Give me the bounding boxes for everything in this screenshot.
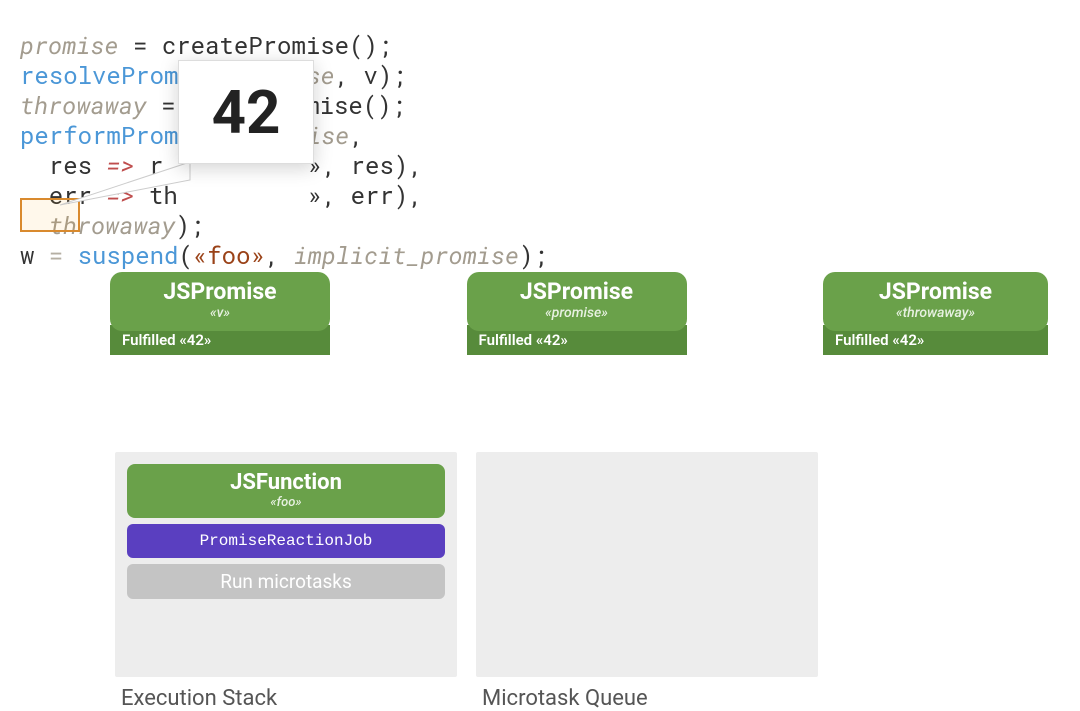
callout-value: 42 <box>178 60 314 164</box>
code-text: , <box>349 119 363 151</box>
promise-title: JSPromise <box>843 278 1028 305</box>
promise-title: JSPromise <box>130 278 310 305</box>
code-text: , res), <box>322 149 423 181</box>
code-var: implicit_promise <box>294 239 519 271</box>
code-text: ( <box>178 239 192 271</box>
code-highlight <box>20 198 80 232</box>
promise-subtitle: «throwaway» <box>843 305 1028 321</box>
code-fn: suspend <box>78 239 179 271</box>
promise-title: JSPromise <box>487 278 667 305</box>
code-arrow: => <box>106 179 134 211</box>
stack-promise-reaction-job: PromiseReactionJob <box>127 524 445 558</box>
promise-box-promise: JSPromise «promise» Fulfilled «42» <box>467 272 687 372</box>
jsfunction-subtitle: «foo» <box>143 495 429 510</box>
promise-subtitle: «promise» <box>487 305 667 321</box>
code-text: , err), <box>322 179 423 211</box>
code-text: = createPromise(); <box>119 29 393 61</box>
microtask-queue-panel: Microtask Queue <box>476 452 818 677</box>
code-text: , v); <box>335 59 407 91</box>
execution-stack-panel: JSFunction «foo» PromiseReactionJob Run … <box>115 452 457 677</box>
code-arrow: => <box>106 149 134 181</box>
code-text: ); <box>519 239 548 271</box>
code-var: promise <box>20 29 119 61</box>
stack-run-microtasks: Run microtasks <box>127 564 445 599</box>
code-var: throwaway <box>20 89 147 121</box>
execution-stack-label: Execution Stack <box>121 686 277 711</box>
promise-row: JSPromise «v» Fulfilled «42» JSPromise «… <box>110 272 1068 372</box>
promise-subtitle: «v» <box>130 305 310 321</box>
jsfunction-title: JSFunction <box>143 470 429 495</box>
code-text: , <box>265 239 294 271</box>
promise-box-v: JSPromise «v» Fulfilled «42» <box>110 272 330 372</box>
microtask-queue-label: Microtask Queue <box>482 686 648 711</box>
code-op: = <box>34 239 77 271</box>
promise-box-throwaway: JSPromise «throwaway» Fulfilled «42» <box>823 272 1048 372</box>
code-text: res <box>20 149 106 181</box>
stack-jsfunction: JSFunction «foo» <box>127 464 445 518</box>
code-var: w <box>20 239 34 271</box>
code-block: promise = createPromise(); resolvePromis… <box>0 0 1080 270</box>
code-str: «foo» <box>193 239 265 271</box>
code-text: th » <box>135 179 322 211</box>
code-text: ); <box>176 209 205 241</box>
